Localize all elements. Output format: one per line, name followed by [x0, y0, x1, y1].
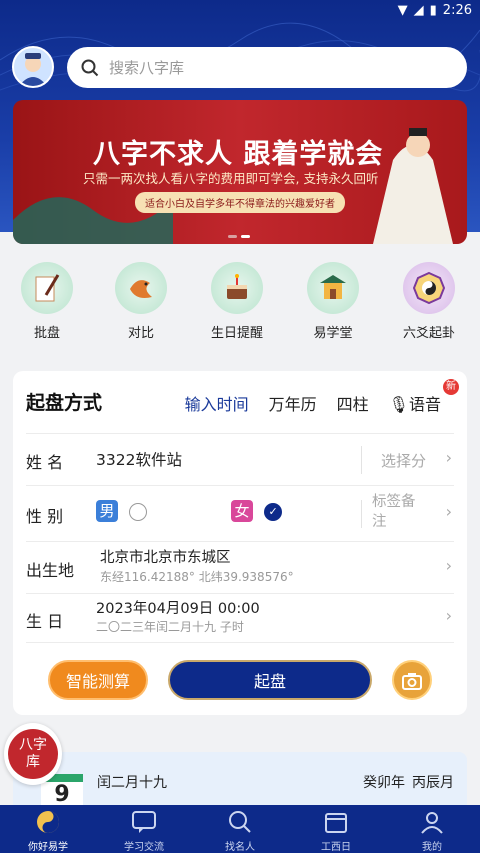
- input-mode-tabs: 输入时间 万年历 四柱 🎙语音: [185, 391, 441, 415]
- tab-four-pillars[interactable]: 四柱: [337, 391, 369, 415]
- banner-title: 八字不求人 跟着学就会: [93, 139, 384, 170]
- birthday-label: 生 日: [26, 612, 64, 631]
- female-icon: 女: [231, 500, 253, 522]
- birthplace-coords: 东经116.42188° 北纬39.938576°: [100, 570, 294, 584]
- chevron-right-icon[interactable]: ›: [446, 502, 452, 521]
- search-placeholder: 搜索八字库: [109, 59, 185, 77]
- bottom-tab-bar: 你好易学 学习交流 找名人 工西日 我的: [0, 805, 480, 853]
- tab-perpetual-calendar[interactable]: 万年历: [269, 391, 317, 415]
- koi-fish-icon: [130, 280, 152, 298]
- search-person-icon: [229, 811, 251, 833]
- birthplace-label: 出生地: [26, 561, 75, 580]
- male-radio[interactable]: [129, 502, 148, 521]
- menu-item-birthday[interactable]: 生日提醒: [202, 262, 272, 341]
- tab-voice[interactable]: 🎙语音: [389, 391, 441, 415]
- float-badge-label: 八字库: [8, 729, 58, 779]
- menu-item-yixuetang[interactable]: 易学堂: [298, 262, 368, 341]
- user-icon: [421, 812, 443, 834]
- birthplace-value: 北京市北京市东城区: [100, 550, 231, 566]
- wifi-icon: ▼: [397, 3, 408, 18]
- status-time: 2:26: [442, 3, 472, 18]
- calendar-icon: [325, 813, 347, 833]
- tag-note-label[interactable]: 标签备注: [372, 492, 426, 532]
- yin-yang-icon: [37, 811, 59, 833]
- name-label: 姓 名: [26, 453, 64, 472]
- tab-calendar[interactable]: 工西日: [296, 809, 376, 853]
- tab-celebrity[interactable]: 找名人: [200, 809, 280, 853]
- menu-label: 六爻起卦: [402, 326, 455, 341]
- menu-item-duibi[interactable]: 对比: [106, 262, 176, 341]
- signal-icon: ◢: [413, 3, 424, 18]
- calendar-lunar-date: 闰二月十九: [97, 775, 167, 791]
- birthday-lunar: 二〇二三年闰二月十九 子时: [96, 620, 244, 634]
- bagua-icon: [412, 271, 446, 305]
- scholar-avatar-icon: [19, 53, 47, 86]
- male-icon: 男: [96, 500, 118, 522]
- chat-bubble-icon: [132, 811, 156, 833]
- gender-label: 性 别: [26, 507, 64, 526]
- tab-mine[interactable]: 我的: [392, 809, 472, 853]
- paper-brush-icon: [35, 274, 60, 302]
- birthday-value: 2023年04月09日 00:00: [96, 601, 260, 617]
- new-badge: 新: [443, 379, 459, 395]
- menu-item-pipan[interactable]: 批盘: [12, 262, 82, 341]
- menu-label: 生日提醒: [210, 326, 263, 341]
- female-radio-checked-icon[interactable]: ✓: [264, 502, 283, 521]
- banner-tag: 适合小白及自学多年不得章法的兴趣爱好者: [135, 192, 345, 213]
- card-title: 起盘方式: [26, 392, 103, 414]
- bazi-library-float-button[interactable]: 八字库: [0, 723, 62, 787]
- banner-subtitle: 只需一两次找人看八字的费用即可学会, 支持永久回听: [83, 171, 379, 186]
- birthday-row[interactable]: 生 日 2023年04月09日 00:00 二〇二三年闰二月十九 子时 ›: [26, 593, 454, 643]
- avatar[interactable]: [12, 46, 54, 88]
- birthplace-row[interactable]: 出生地 北京市北京市东城区 东经116.42188° 北纬39.938576° …: [26, 541, 454, 593]
- microphone-icon: 🎙: [388, 395, 409, 414]
- menu-label: 易学堂: [313, 326, 353, 341]
- gender-row: 性 别 男 女 ✓ 标签备注 ›: [26, 485, 454, 541]
- carousel-indicator: [228, 235, 250, 238]
- camera-button[interactable]: [392, 660, 432, 700]
- search-icon: [81, 59, 99, 76]
- menu-label: 批盘: [33, 326, 60, 341]
- search-bar[interactable]: 搜索八字库: [67, 47, 467, 88]
- quick-menu: 批盘 对比 生日提醒 易学堂 六爻起卦: [0, 262, 480, 342]
- name-row[interactable]: 姓 名 3322软件站 选择分 ›: [26, 433, 454, 485]
- calendar-year: 癸卯年: [363, 775, 405, 791]
- calendar-strip[interactable]: 9 闰二月十九 癸卯年 丙辰月: [13, 752, 467, 812]
- chevron-right-icon[interactable]: ›: [446, 556, 452, 575]
- promo-banner[interactable]: 八字不求人 跟着学就会 只需一两次找人看八字的费用即可学会, 支持永久回听 适合…: [13, 100, 467, 244]
- start-chart-button[interactable]: 起盘: [168, 660, 372, 700]
- menu-label: 对比: [127, 326, 154, 341]
- status-bar: ▼ ◢ ▮ 2:26: [0, 0, 480, 22]
- select-group-label[interactable]: 选择分: [381, 450, 426, 471]
- tab-input-time[interactable]: 输入时间: [185, 391, 249, 415]
- name-value[interactable]: 3322软件站: [96, 448, 182, 470]
- battery-icon: ▮: [429, 3, 437, 18]
- menu-item-liuyao[interactable]: 六爻起卦: [394, 262, 464, 341]
- camera-icon: [402, 673, 422, 690]
- chevron-right-icon[interactable]: ›: [446, 606, 452, 625]
- tab-home[interactable]: 你好易学: [8, 809, 88, 853]
- gender-male[interactable]: 男: [96, 500, 148, 522]
- smart-calc-button[interactable]: 智能测算: [48, 660, 148, 700]
- tab-study[interactable]: 学习交流: [104, 809, 184, 853]
- calendar-month: 丙辰月: [412, 775, 454, 791]
- gender-female[interactable]: 女 ✓: [231, 500, 283, 522]
- chevron-right-icon[interactable]: ›: [446, 448, 452, 467]
- temple-icon: [320, 275, 346, 299]
- cake-icon: [227, 274, 247, 299]
